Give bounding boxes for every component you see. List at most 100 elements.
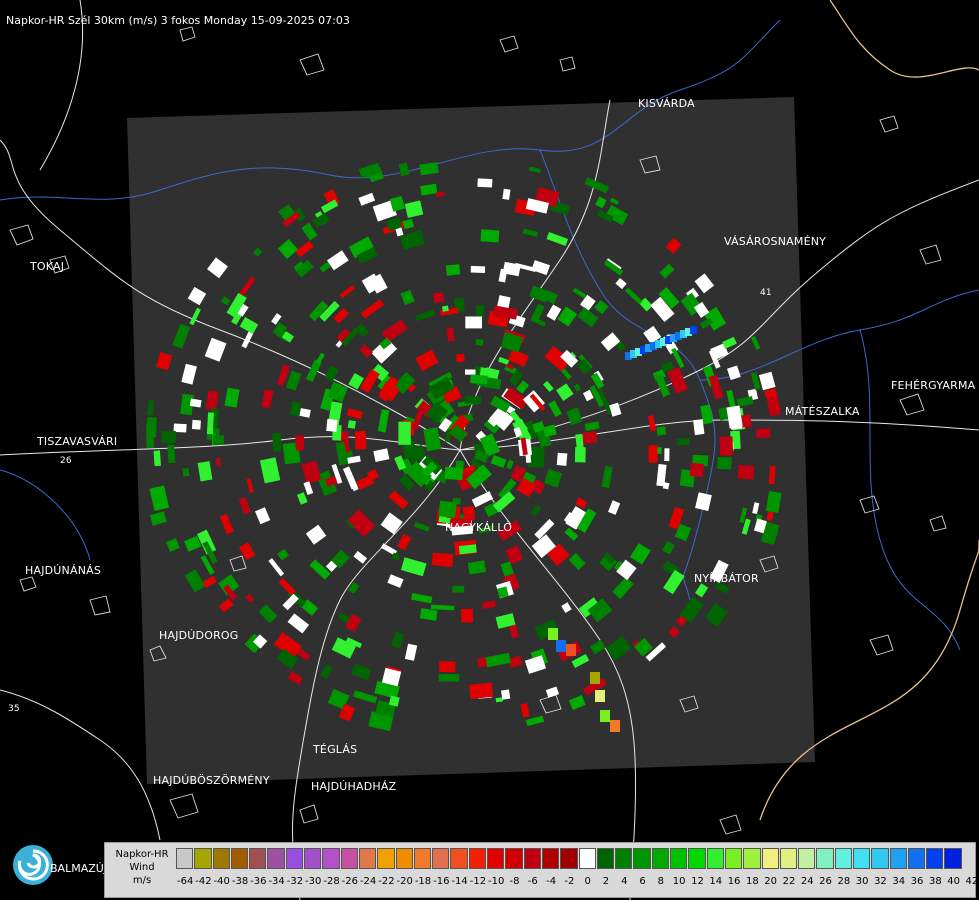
legend-swatch (560, 848, 578, 869)
legend-title-line2: Wind (129, 862, 155, 873)
legend-swatch (889, 848, 907, 869)
legend-tick-label: -32 (286, 876, 304, 887)
radar-echo (502, 188, 511, 200)
radar-echo (582, 431, 598, 445)
city-label-nyirbator: NYÍRBÁTOR (694, 572, 759, 585)
legend-swatch (798, 848, 816, 869)
legend-tick-label: 22 (782, 876, 796, 887)
spiral-logo-icon (12, 843, 54, 887)
radar-echo (477, 178, 493, 188)
legend-swatch (358, 848, 377, 869)
legend-tick-label: -38 (231, 876, 249, 887)
radar-echo (500, 689, 511, 700)
legend-swatch (340, 848, 358, 869)
radar-echo (438, 500, 457, 519)
radar-echo (295, 435, 305, 451)
radar-echo (475, 339, 484, 346)
city-label-tiszavasvari: TISZAVASVÁRI (37, 435, 118, 448)
legend-tick-label: 26 (819, 876, 832, 887)
legend-swatch (377, 848, 395, 869)
legend-tick-label: -2 (564, 876, 575, 887)
legend-tick-label: -64 (176, 876, 194, 887)
radar-echo (161, 431, 176, 444)
legend-tick-label: -10 (488, 876, 505, 887)
legend-swatch (322, 848, 340, 869)
legend-swatch (633, 848, 651, 869)
legend-tick-label: 14 (709, 876, 723, 887)
legend-title-line3: m/s (132, 875, 152, 886)
legend-tick-label: -20 (396, 876, 413, 887)
legend-tick-label: 10 (672, 876, 686, 887)
legend-swatch (304, 848, 322, 869)
legend-swatch (468, 848, 487, 869)
legend-swatches (176, 848, 963, 869)
legend-tick-label: -8 (509, 876, 520, 887)
radar-echo (167, 445, 176, 464)
color-scale-legend: Napkor-HR Wind m/s -64 -42 -40 -38 -36 -34 -32… (104, 842, 979, 898)
legend-tick-label: 20 (764, 876, 778, 887)
legend-tick-label: -36 (250, 876, 267, 887)
legend-swatch (487, 848, 505, 869)
legend-swatch (267, 848, 285, 869)
radar-echo (556, 452, 568, 466)
legend-tick-label: 28 (837, 876, 851, 887)
city-label-hajdudorog: HAJDÚDOROG (159, 629, 239, 642)
city-label-hajduboszormeny: HAJDÚBÖSZÖRMÉNY (153, 774, 270, 787)
legend-swatch (541, 848, 560, 869)
radar-echo (444, 466, 464, 481)
radar-echo (461, 608, 474, 623)
city-label-teglas: TÉGLÁS (313, 743, 358, 756)
legend-swatch (816, 848, 834, 869)
radar-echo (436, 191, 445, 197)
radar-echo (595, 690, 605, 702)
radar-echo (441, 305, 449, 312)
legend-swatch (578, 848, 596, 869)
legend-tick-label: 12 (691, 876, 704, 887)
radar-echo (432, 291, 445, 304)
legend-swatch (761, 848, 779, 869)
radar-echo (354, 430, 367, 450)
radar-echo (480, 229, 500, 243)
legend-tick-label: -28 (323, 876, 340, 887)
city-label-vasarosnameny: VÁSÁROSNAMÉNY (724, 235, 827, 248)
radar-echo (664, 448, 670, 462)
city-label-hajdunanas: HAJDÚNÁNÁS (25, 564, 102, 577)
radar-echo (445, 264, 461, 276)
legend-tick-label: -22 (378, 876, 395, 887)
radar-echo (465, 316, 482, 329)
radar-echo (470, 374, 488, 385)
legend-swatch (505, 848, 523, 869)
radar-echo (690, 326, 697, 334)
radar-echo (469, 682, 494, 700)
radar-echo (475, 304, 485, 319)
radar-echo (719, 436, 734, 456)
city-label-nagykallo: NAGYKÁLLÓ (445, 521, 513, 534)
legend-swatch (523, 848, 541, 869)
radar-echo (431, 552, 454, 567)
legend-tick-label: 24 (800, 876, 814, 887)
legend-tick-label: -24 (359, 876, 377, 887)
radar-echo (574, 447, 586, 463)
radar-echo (456, 353, 465, 363)
radar-echo (737, 464, 755, 480)
city-label-fehergyarmat: FEHÉRGYARMA (891, 379, 976, 392)
radar-echo (146, 424, 154, 448)
city-label-kisvarda: KISVÁRDA (638, 97, 695, 110)
map-title: Napkor-HR Szél 30km (m/s) 3 fokos Monday… (6, 14, 350, 27)
road-number-26: 26 (60, 456, 72, 466)
radar-echo (398, 421, 411, 445)
legend-swatch (834, 848, 852, 869)
legend-ticks: -64 -42 -40 -38 -36 -34 -32 -30 -28 -26 -24 -22 -20-… (176, 876, 979, 887)
legend-swatch (194, 848, 212, 869)
legend-tick-label: 2 (602, 876, 610, 887)
legend-tick-label: -26 (341, 876, 358, 887)
radar-echo (689, 462, 704, 478)
legend-tick-label: 40 (947, 876, 960, 887)
radar-echo (458, 544, 477, 555)
legend-swatch (688, 848, 706, 869)
legend-swatch (871, 848, 889, 869)
legend-swatch (743, 848, 761, 869)
legend-swatch (852, 848, 871, 869)
legend-tick-label: 34 (892, 876, 906, 887)
legend-tick-label: 32 (874, 876, 887, 887)
